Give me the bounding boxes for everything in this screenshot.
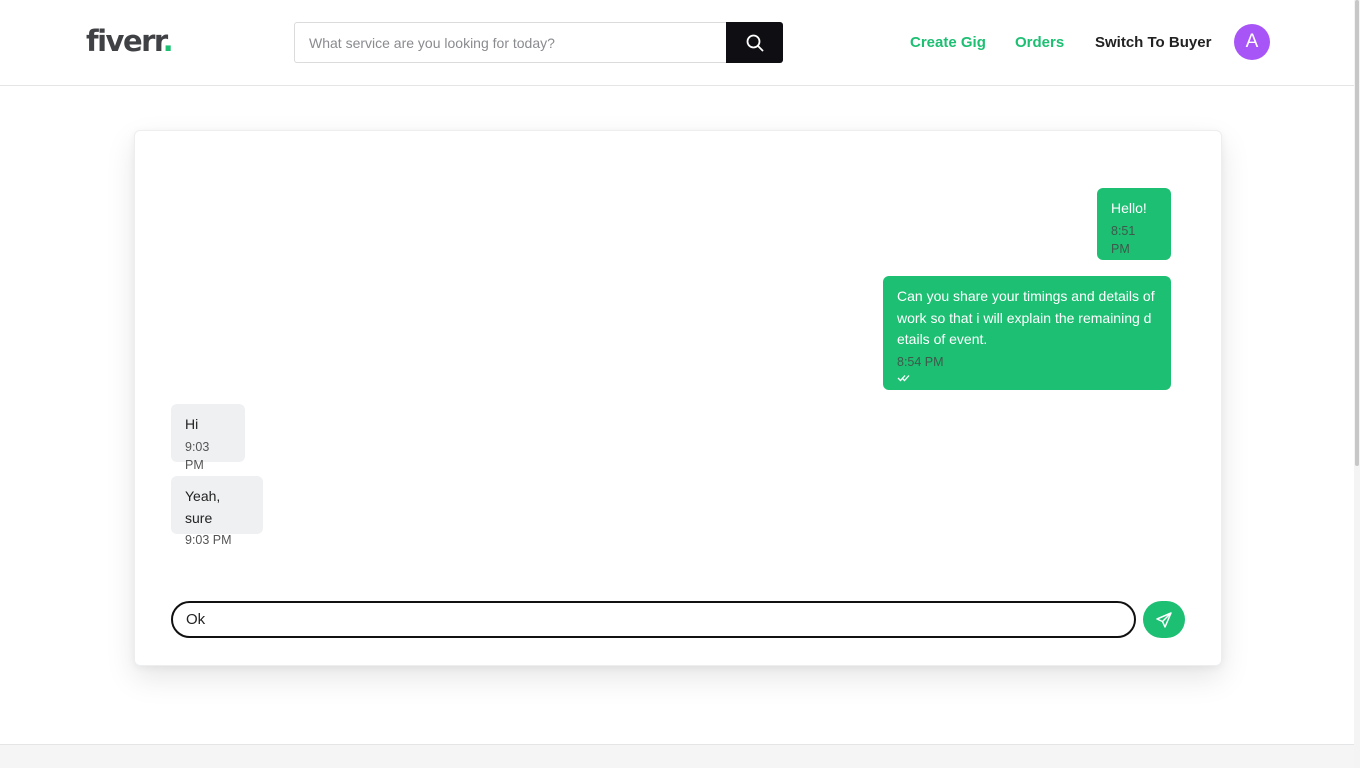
message-incoming: Hi 9:03 PM xyxy=(171,404,245,472)
message-time: 9:03 PM xyxy=(185,533,232,547)
avatar[interactable]: A xyxy=(1234,24,1270,60)
double-check-icon xyxy=(897,374,910,381)
fiverr-logo[interactable]: fiverr. xyxy=(86,24,174,58)
double-check-icon xyxy=(1111,261,1124,268)
message-text: Hello! xyxy=(1111,200,1147,216)
search-input[interactable] xyxy=(294,22,726,63)
search-bar xyxy=(294,22,783,63)
chat-card: Hello! 8:51 PM Can you share your timing… xyxy=(134,130,1222,666)
message-text: Yeah, sure xyxy=(185,488,221,526)
message-time: 8:51 PM xyxy=(1111,223,1136,256)
nav-switch-to-buyer[interactable]: Switch To Buyer xyxy=(1095,34,1211,51)
logo-text: fiverr xyxy=(86,24,164,58)
nav-create-gig[interactable]: Create Gig xyxy=(910,34,986,51)
message-time: 8:54 PM xyxy=(897,354,944,369)
footer xyxy=(0,744,1354,768)
search-icon xyxy=(746,34,763,51)
message-input[interactable] xyxy=(171,601,1136,638)
nav-orders[interactable]: Orders xyxy=(1015,34,1064,51)
message-outgoing: Can you share your timings and details o… xyxy=(883,276,1171,390)
logo-dot: . xyxy=(162,24,174,58)
top-header: fiverr. Create Gig Orders Switch To Buye… xyxy=(0,0,1360,86)
message-outgoing: Hello! 8:51 PM xyxy=(1097,188,1171,268)
scrollbar-thumb[interactable] xyxy=(1355,0,1359,466)
search-button[interactable] xyxy=(726,22,783,63)
message-incoming: Yeah, sure 9:03 PM xyxy=(171,476,263,547)
send-icon xyxy=(1156,611,1172,628)
message-text: Hi xyxy=(185,416,199,432)
message-time: 9:03 PM xyxy=(185,439,210,472)
message-text: Can you share your timings and details o… xyxy=(897,288,1155,347)
send-button[interactable] xyxy=(1143,601,1185,638)
